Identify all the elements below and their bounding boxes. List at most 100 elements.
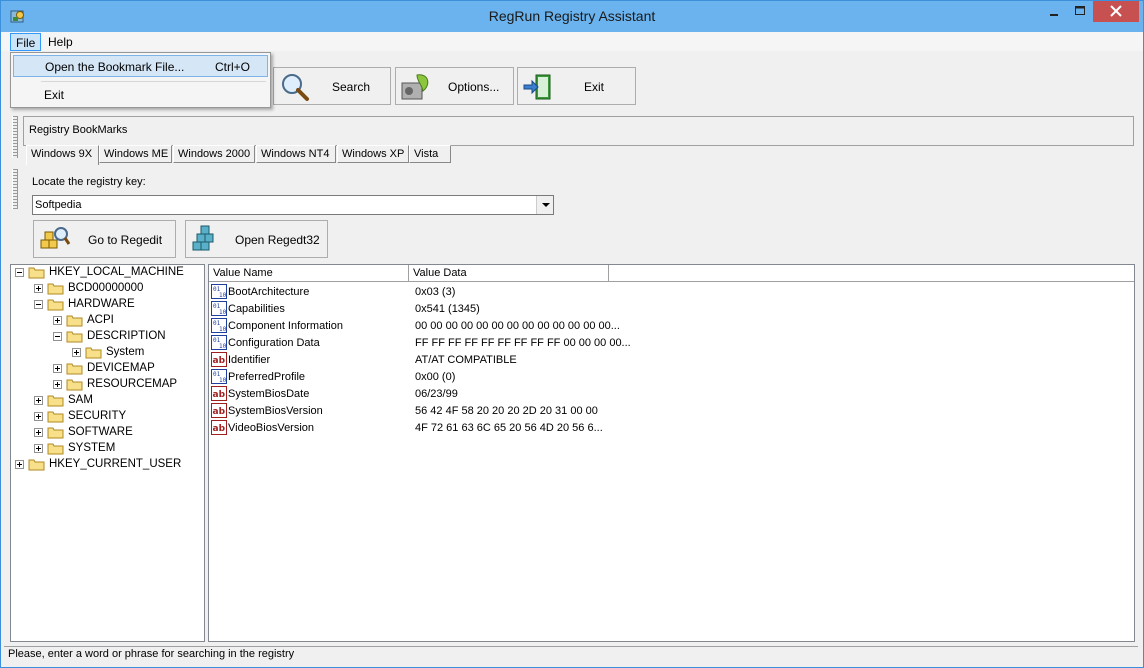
column-header-value-data[interactable]: Value Data <box>409 265 609 282</box>
folder-icon <box>47 283 64 295</box>
binary-value-icon: 0110 <box>211 301 227 316</box>
combobox-dropdown-button[interactable] <box>536 196 553 214</box>
tab-vista[interactable]: Vista <box>409 145 451 163</box>
expand-icon[interactable] <box>53 316 62 325</box>
list-item[interactable]: ab VideoBiosVersion 4F 72 61 63 6C 65 20… <box>209 419 1134 436</box>
menu-open-label: Open the Bookmark File... <box>45 60 185 74</box>
list-item[interactable]: ab SystemBiosDate 06/23/99 <box>209 385 1134 402</box>
options-button[interactable]: Options... <box>395 67 514 105</box>
close-icon <box>1110 5 1122 17</box>
folder-icon <box>66 363 83 375</box>
regedit-cubes-icon <box>40 227 71 249</box>
string-value-icon: ab <box>211 420 227 435</box>
open-regedt32-label: Open Regedt32 <box>235 233 320 247</box>
minimize-button[interactable] <box>1041 1 1067 22</box>
tab-windows-9x[interactable]: Windows 9X <box>26 145 99 165</box>
magnifier-icon <box>282 74 309 101</box>
svg-text:10: 10 <box>219 343 227 350</box>
expand-icon[interactable] <box>53 380 62 389</box>
folder-icon <box>47 395 64 407</box>
bookmarks-panel: Registry BookMarks <box>23 116 1134 146</box>
svg-text:10: 10 <box>219 326 227 333</box>
binary-value-icon: 0110 <box>211 318 227 333</box>
column-header-value-name[interactable]: Value Name <box>209 265 409 282</box>
status-bar: Please, enter a word or phrase for searc… <box>4 646 1138 663</box>
string-value-icon: ab <box>211 386 227 401</box>
menu-help[interactable]: Help <box>43 33 78 51</box>
svg-text:ab: ab <box>213 424 226 434</box>
options-icon <box>401 74 429 100</box>
expand-icon[interactable] <box>34 396 43 405</box>
expand-icon[interactable] <box>15 460 24 469</box>
registry-key-combobox[interactable]: Softpedia <box>32 195 554 215</box>
file-menu-dropdown: Open the Bookmark File... Ctrl+O Exit <box>10 52 271 108</box>
svg-text:10: 10 <box>219 292 227 299</box>
folder-icon <box>47 411 64 423</box>
list-item[interactable]: 01 10 Component Information 00 00 00 00 0… <box>209 317 1134 334</box>
menu-open-bookmark-file[interactable]: Open the Bookmark File... Ctrl+O <box>13 55 268 77</box>
registry-tree[interactable]: HKEY_LOCAL_MACHINE BCD00000000 HARDWARE … <box>10 264 205 642</box>
tab-windows-nt4[interactable]: Windows NT4 <box>256 145 336 163</box>
exit-label: Exit <box>584 80 605 94</box>
collapse-icon[interactable] <box>34 300 43 309</box>
collapse-icon[interactable] <box>15 268 24 277</box>
tab-windows-xp[interactable]: Windows XP <box>337 145 409 163</box>
expand-icon[interactable] <box>34 284 43 293</box>
window-title: RegRun Registry Assistant <box>488 8 656 24</box>
expand-icon[interactable] <box>72 348 81 357</box>
locate-gripper[interactable] <box>12 169 18 209</box>
minimize-icon <box>1050 14 1058 16</box>
menu-open-shortcut: Ctrl+O <box>215 60 251 74</box>
main-window: RegRun Registry Assistant File Help Sear… <box>0 0 1144 668</box>
binary-value-icon: 0110 <box>211 335 227 350</box>
close-button[interactable] <box>1093 1 1139 22</box>
options-label: Options... <box>448 80 500 94</box>
list-item[interactable]: 01 10 Capabilities 0x541 (1345) <box>209 300 1134 317</box>
string-value-icon: ab <box>211 403 227 418</box>
maximize-icon <box>1075 6 1085 15</box>
folder-icon <box>66 331 83 343</box>
string-value-icon: ab <box>211 352 227 367</box>
list-item[interactable]: 01 10 Configuration Data FF FF FF FF FF F… <box>209 334 1134 351</box>
expand-icon[interactable] <box>34 444 43 453</box>
open-regedt32-button[interactable]: Open Regedt32 <box>185 220 328 258</box>
exit-button[interactable]: Exit <box>517 67 636 105</box>
column-header-filler <box>609 265 1134 282</box>
svg-text:ab: ab <box>213 407 226 417</box>
folder-icon <box>47 427 64 439</box>
bookmarks-title: Registry BookMarks <box>29 124 128 136</box>
search-button[interactable]: Search <box>273 67 391 105</box>
go-to-regedit-button[interactable]: Go to Regedit <box>33 220 176 258</box>
menu-file[interactable]: File <box>10 33 42 51</box>
expand-icon[interactable] <box>34 412 43 421</box>
svg-text:10: 10 <box>219 309 227 316</box>
tab-windows-2000[interactable]: Windows 2000 <box>173 145 255 163</box>
svg-text:10: 10 <box>219 377 227 384</box>
folder-icon <box>47 443 64 455</box>
registry-key-value: Softpedia <box>35 199 82 211</box>
title-bar[interactable]: RegRun Registry Assistant <box>1 1 1143 32</box>
folder-icon <box>28 459 45 471</box>
svg-text:ab: ab <box>213 390 226 400</box>
registry-values-list[interactable]: Value Name Value Data 01 10 BootArchitect… <box>208 264 1135 642</box>
binary-value-icon: 0110 <box>211 369 227 384</box>
list-item[interactable]: ab Identifier AT/AT COMPATIBLE <box>209 351 1134 368</box>
svg-text:ab: ab <box>213 356 226 366</box>
list-item[interactable]: ab SystemBiosVersion 56 42 4F 58 20 20 2… <box>209 402 1134 419</box>
expand-icon[interactable] <box>53 364 62 373</box>
menu-exit[interactable]: Exit <box>13 84 268 106</box>
bookmarks-gripper[interactable] <box>12 116 18 158</box>
maximize-button[interactable] <box>1067 1 1093 22</box>
tab-windows-me[interactable]: Windows ME <box>99 145 172 163</box>
folder-icon <box>66 315 83 327</box>
folder-icon <box>28 267 45 279</box>
folder-icon <box>66 379 83 391</box>
list-item[interactable]: 01 10 BootArchitecture 0x03 (3) <box>209 283 1134 300</box>
menu-bar: File Help <box>1 32 1143 51</box>
go-to-regedit-label: Go to Regedit <box>88 233 163 247</box>
list-item[interactable]: 01 10 PreferredProfile 0x00 (0) <box>209 368 1134 385</box>
exit-door-icon <box>523 74 551 100</box>
expand-icon[interactable] <box>34 428 43 437</box>
binary-value-icon: 0110 <box>211 284 227 299</box>
collapse-icon[interactable] <box>53 332 62 341</box>
